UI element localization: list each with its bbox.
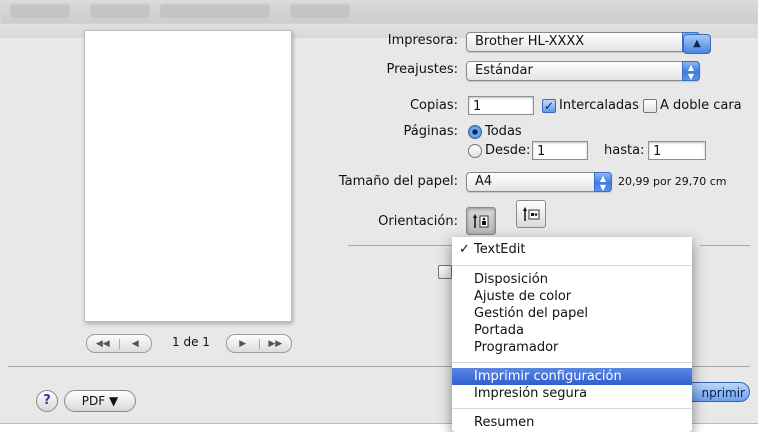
- pages-from-radio[interactable]: [468, 144, 482, 158]
- pages-from-field[interactable]: 1: [532, 141, 588, 160]
- printer-label: Impresora:: [387, 33, 458, 48]
- preview-back-controls[interactable]: ◀◀ ◀: [86, 334, 152, 353]
- prev-page-icon[interactable]: ◀: [118, 338, 152, 349]
- landscape-orientation-icon: [523, 207, 540, 221]
- pages-label: Páginas:: [403, 124, 458, 139]
- last-page-icon[interactable]: ▶▶: [258, 338, 292, 349]
- header-footer-checkbox[interactable]: [438, 265, 452, 279]
- collate-label: Intercaladas: [559, 98, 639, 113]
- menu-item-label: TextEdit: [474, 242, 526, 257]
- duplex-label: A doble cara: [660, 98, 742, 113]
- printer-value: Brother HL-XXXX: [475, 34, 585, 49]
- popup-arrows-icon: ▲▼: [682, 61, 700, 81]
- presets-popup[interactable]: Estándar ▲ ▼: [466, 61, 700, 81]
- pages-to-label: hasta:: [604, 143, 645, 158]
- blurred-titlebar: [0, 0, 758, 24]
- page-indicator: 1 de 1: [172, 335, 210, 349]
- pages-to-field[interactable]: 1: [648, 141, 706, 160]
- copies-label: Copias:: [409, 98, 458, 113]
- first-page-icon[interactable]: ◀◀: [87, 339, 119, 349]
- panel-menu[interactable]: ✓ TextEdit Disposición Ajuste de color G…: [452, 237, 692, 432]
- orientation-label: Orientación:: [378, 214, 458, 229]
- pages-all-radio[interactable]: [468, 125, 482, 139]
- menu-item-print-settings[interactable]: Imprimir configuración: [452, 368, 692, 385]
- presets-label: Preajustes:: [386, 62, 458, 77]
- menu-separator: [452, 265, 692, 266]
- menu-item-textedit[interactable]: ✓ TextEdit: [452, 241, 692, 258]
- menu-item-scheduler[interactable]: Programador: [452, 339, 692, 356]
- menu-item-layout[interactable]: Disposición: [452, 271, 692, 288]
- paper-size-value: A4: [475, 174, 493, 189]
- paper-dimensions: 20,99 por 29,70 cm: [618, 175, 727, 188]
- landscape-button[interactable]: [516, 200, 546, 228]
- collate-checkbox[interactable]: ✓: [542, 99, 556, 113]
- page-preview: [84, 30, 292, 322]
- duplex-checkbox[interactable]: [643, 99, 657, 113]
- pages-from-label: Desde:: [485, 143, 531, 158]
- menu-item-summary[interactable]: Resumen: [452, 414, 692, 431]
- menu-item-secure-print[interactable]: Impresión segura: [452, 385, 692, 402]
- preview-forward-controls[interactable]: ▶ ▶▶: [226, 334, 292, 353]
- pdf-button[interactable]: PDF ▼: [64, 390, 136, 412]
- portrait-orientation-icon: [473, 214, 489, 228]
- menu-separator: [452, 362, 692, 363]
- menu-item-cover-page[interactable]: Portada: [452, 322, 692, 339]
- menu-separator: [452, 408, 692, 409]
- menu-item-color-matching[interactable]: Ajuste de color: [452, 288, 692, 305]
- copies-field[interactable]: 1: [468, 96, 534, 115]
- section-divider-right: [700, 245, 750, 246]
- portrait-button[interactable]: [466, 207, 496, 235]
- collapse-details-button[interactable]: ▲: [683, 34, 711, 54]
- paper-size-label: Tamaño del papel:: [338, 174, 458, 189]
- pages-all-label: Todas: [485, 124, 522, 139]
- help-button[interactable]: ?: [36, 390, 58, 412]
- popup-arrows-icon: ▲▼: [594, 172, 612, 192]
- section-divider-left: [348, 245, 452, 246]
- menu-item-paper-handling[interactable]: Gestión del papel: [452, 305, 692, 322]
- checkmark-icon: ✓: [459, 242, 470, 257]
- triangle-up-icon: ▲: [693, 38, 701, 49]
- presets-value: Estándar: [475, 63, 533, 78]
- paper-size-popup[interactable]: A4 ▲ ▼: [466, 172, 612, 192]
- next-page-icon[interactable]: ▶: [227, 339, 259, 349]
- printer-popup[interactable]: Brother HL-XXXX ▲▼: [466, 32, 700, 52]
